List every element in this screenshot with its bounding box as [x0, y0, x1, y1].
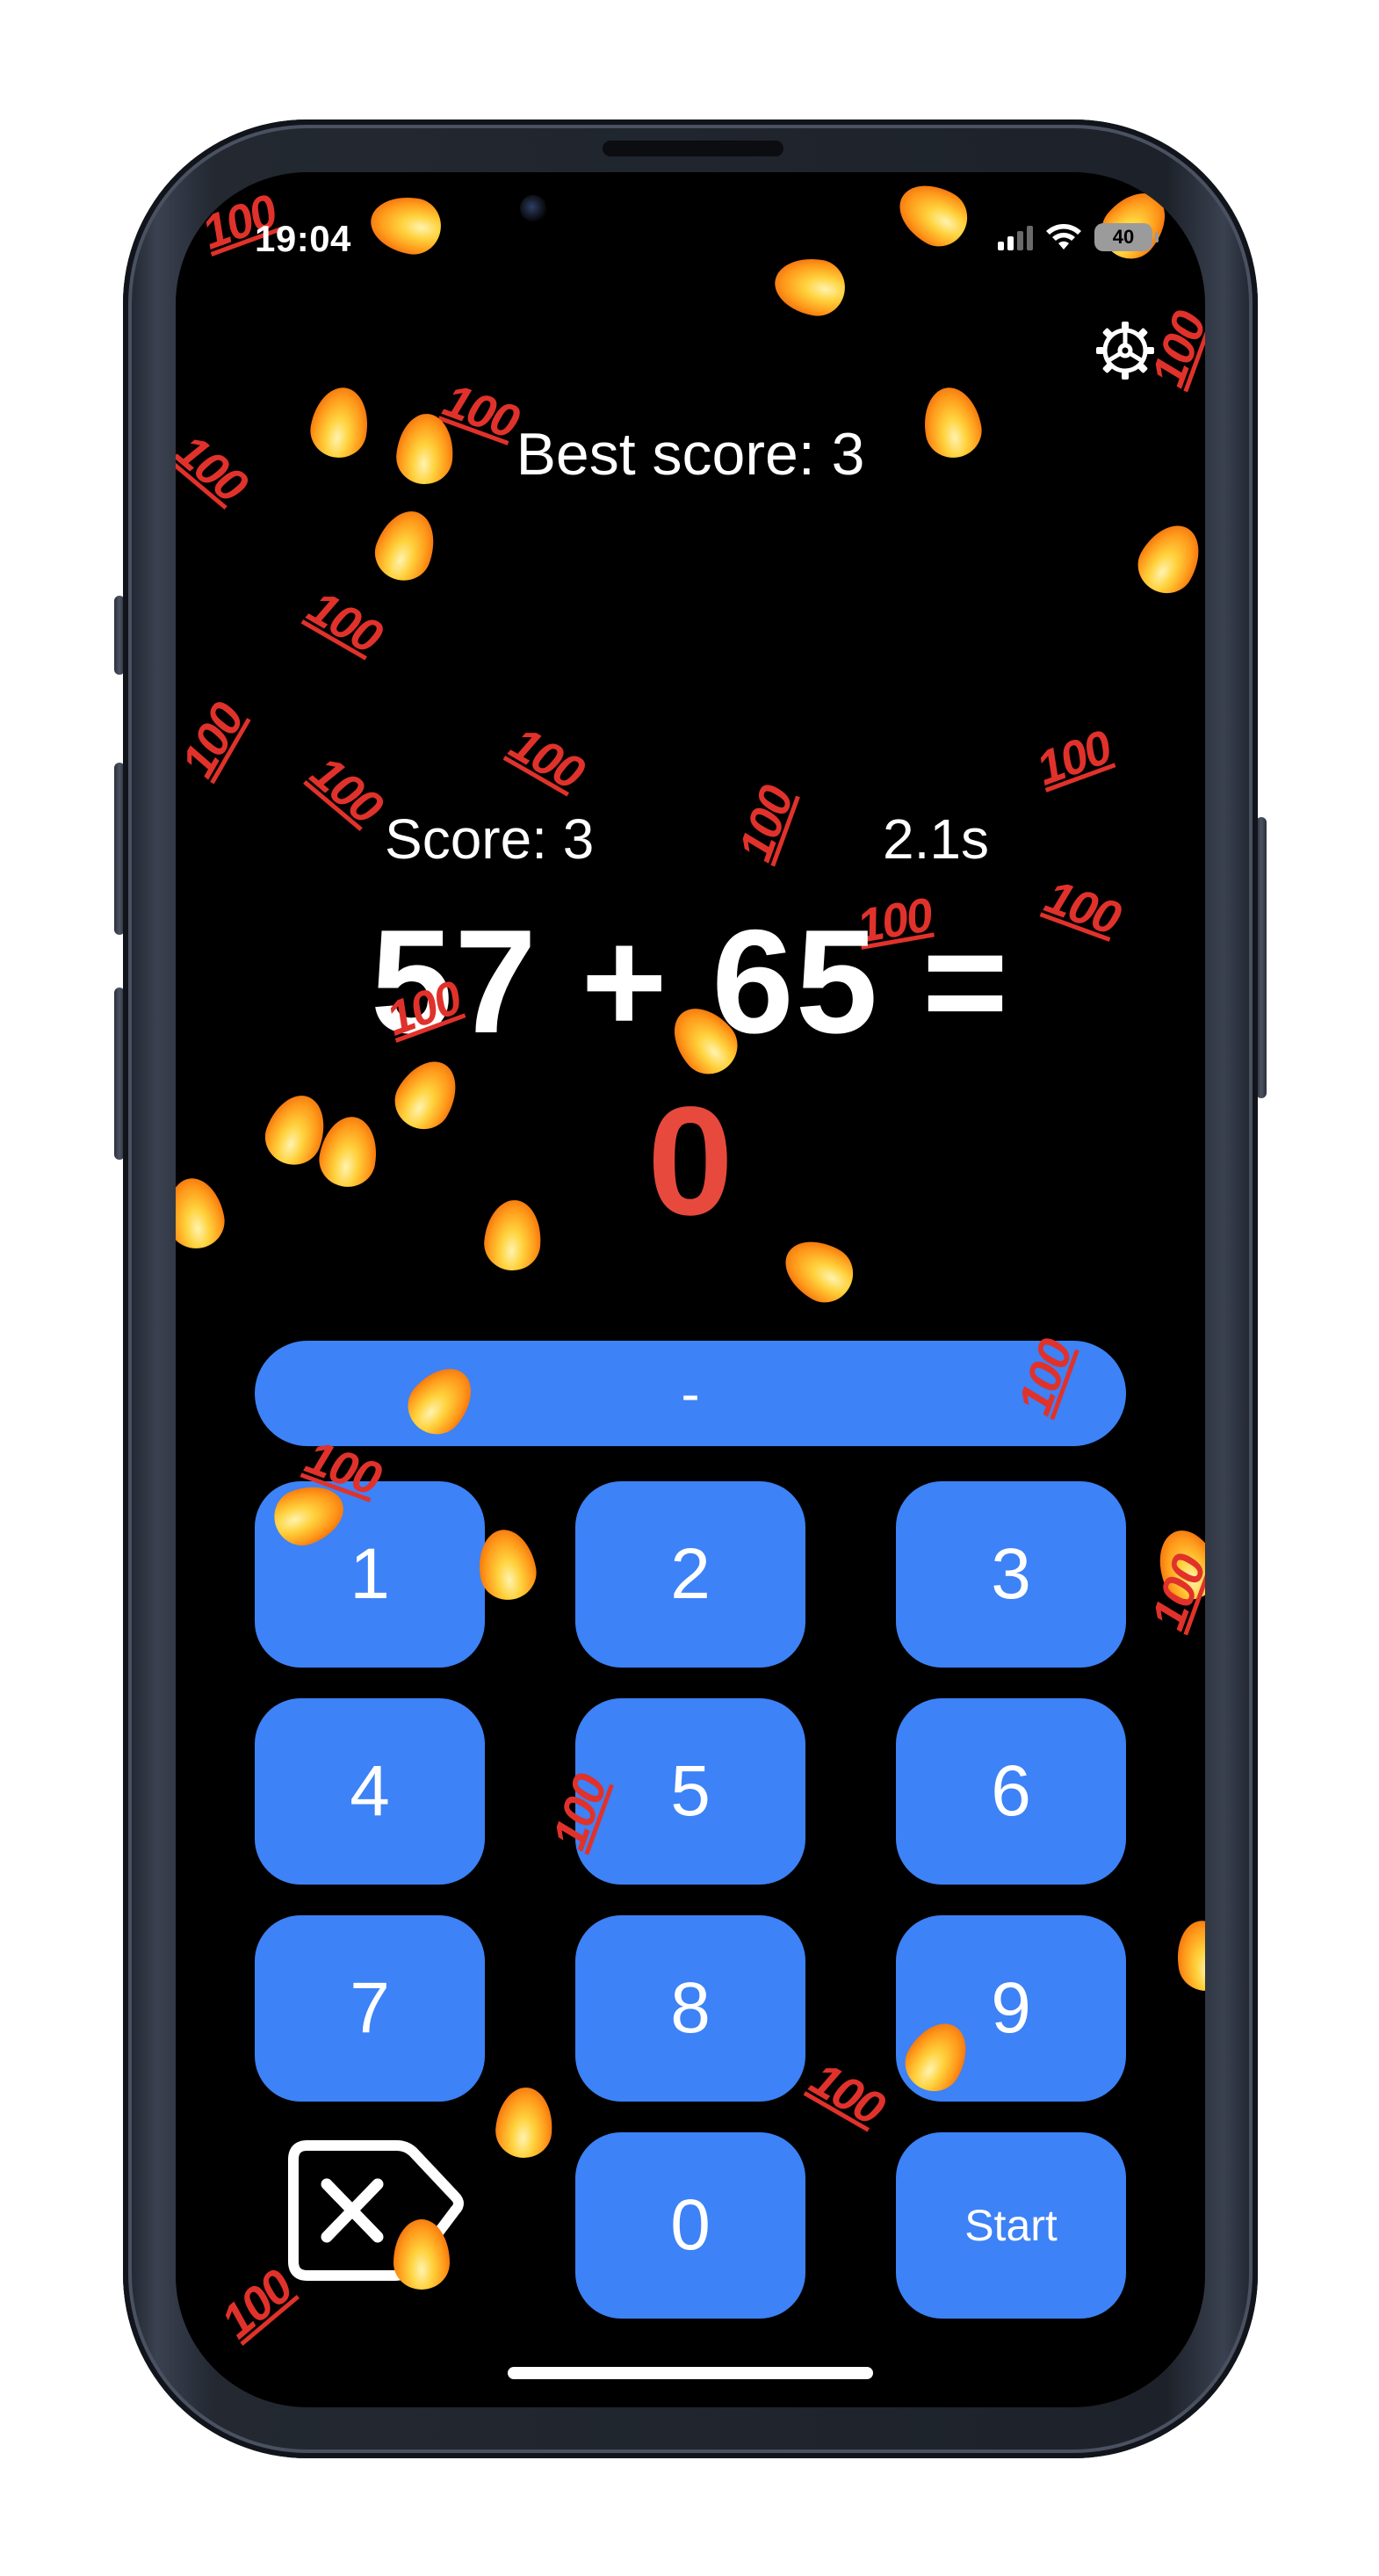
speaker-grille [603, 141, 783, 156]
current-score: Score: 3 [385, 807, 595, 871]
status-time: 19:04 [255, 218, 351, 259]
sign-toggle-button[interactable]: - [255, 1341, 1126, 1446]
digit-9-button[interactable]: 9 [896, 1915, 1126, 2102]
cellular-signal-icon [998, 224, 1033, 250]
phone-mockup: 100 100 100 100 100 100 100 100 100 100 … [0, 0, 1379, 2576]
digit-3-button[interactable]: 3 [896, 1481, 1126, 1668]
fire-emoji [770, 252, 849, 321]
hundred-points-emoji: 100 [501, 716, 592, 800]
home-indicator[interactable] [508, 2367, 873, 2379]
battery-icon: 40 [1094, 223, 1159, 251]
start-button[interactable]: Start [896, 2132, 1126, 2319]
fire-emoji [493, 2085, 556, 2160]
hundred-points-emoji: 100 [801, 2051, 892, 2136]
fire-emoji [367, 503, 444, 589]
score-row: Score: 3 2.1s [176, 807, 1205, 877]
battery-level: 40 [1112, 226, 1135, 248]
digit-4-button[interactable]: 4 [255, 1698, 485, 1885]
fire-emoji [1128, 514, 1205, 604]
digit-0-button[interactable]: 0 [575, 2132, 805, 2319]
digit-5-button[interactable]: 5 [575, 1698, 805, 1885]
wifi-icon [1046, 224, 1081, 250]
hundred-points-emoji: 100 [1029, 720, 1117, 796]
fire-emoji [1149, 1522, 1205, 1608]
backspace-icon[interactable] [274, 2133, 467, 2291]
digit-7-button[interactable]: 7 [255, 1915, 485, 2102]
digit-8-button[interactable]: 8 [575, 1915, 805, 2102]
app-screen: 100 100 100 100 100 100 100 100 100 100 … [176, 172, 1205, 2407]
hundred-points-emoji: 100 [176, 695, 255, 786]
fire-emoji [1171, 1916, 1205, 1995]
gear-icon[interactable] [1094, 320, 1156, 381]
digit-6-button[interactable]: 6 [896, 1698, 1126, 1885]
hundred-points-emoji: 100 [1141, 1549, 1205, 1637]
front-camera [520, 195, 546, 221]
best-score: Best score: 3 [516, 421, 865, 488]
hundred-points-emoji: 100 [299, 580, 390, 664]
status-icons: 40 [998, 223, 1159, 251]
timer: 2.1s [883, 807, 989, 871]
equation: 57 + 65 = [371, 899, 1010, 1064]
fire-emoji [888, 172, 978, 257]
fire-emoji [366, 191, 445, 259]
answer-display: 0 [647, 1075, 733, 1248]
digit-2-button[interactable]: 2 [575, 1481, 805, 1668]
digit-1-button[interactable]: 1 [255, 1481, 485, 1668]
